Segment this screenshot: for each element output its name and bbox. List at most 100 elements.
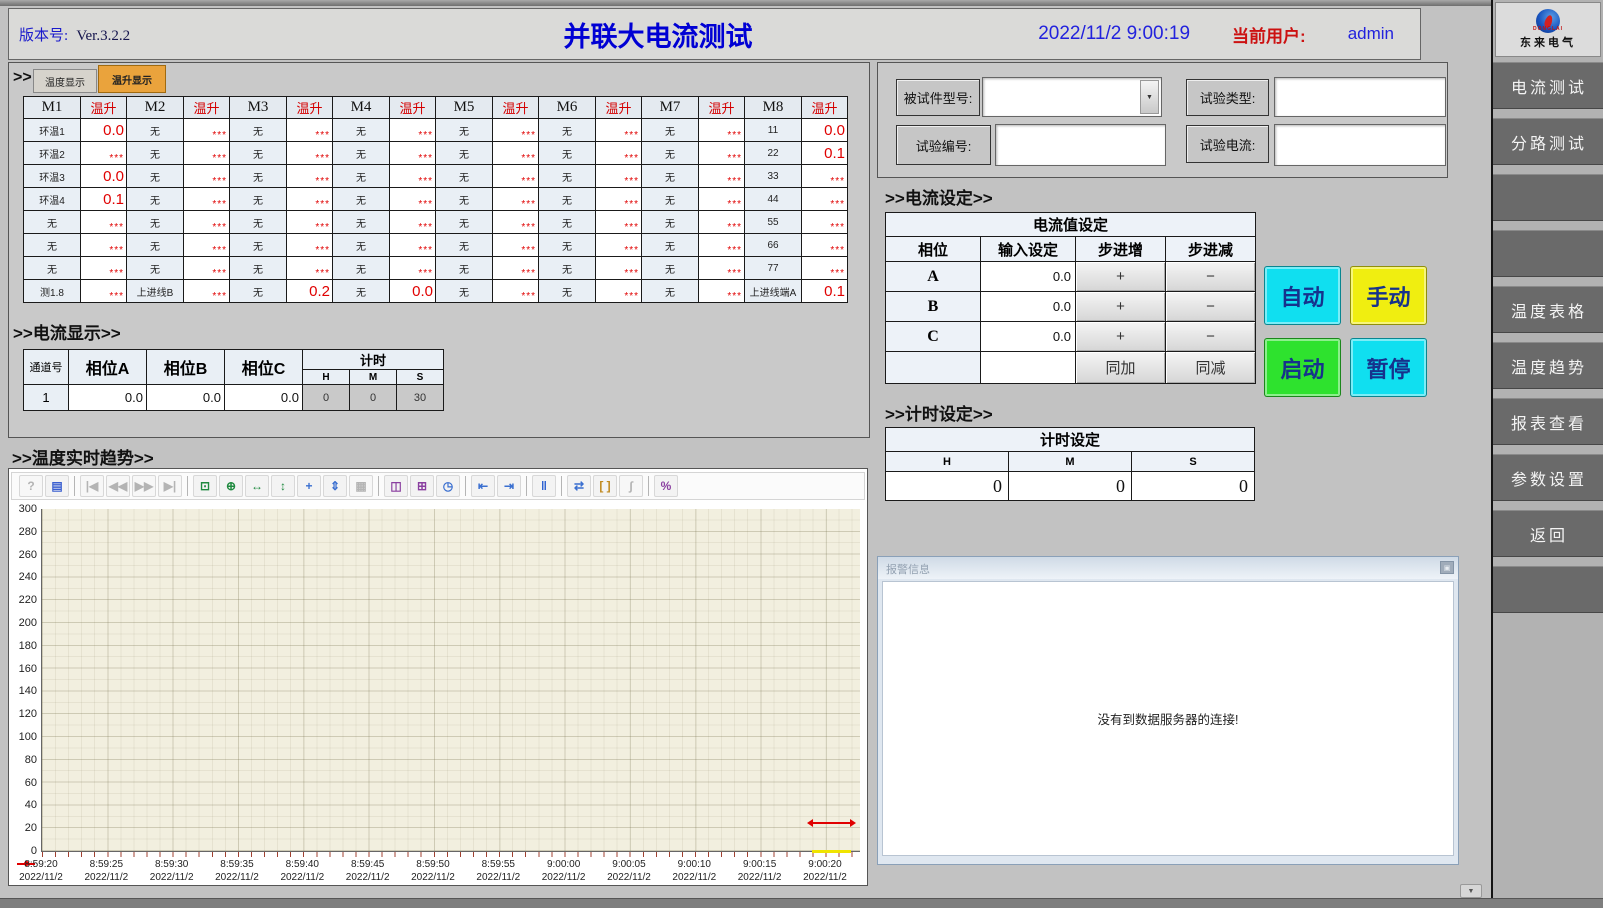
temp-rise-value: *** [596, 280, 642, 303]
trend-plot[interactable] [41, 509, 860, 852]
scroll-down-button[interactable]: ▼ [1460, 884, 1482, 898]
sidebar-button-branch-test[interactable]: 分路测试 [1493, 118, 1603, 165]
temp-point-label: 环温1 [24, 119, 81, 142]
x-tick-date: 2022/11/2 [725, 871, 795, 883]
temp-table-holder: M1温升M2温升M3温升M4温升M5温升M6温升M7温升M8温升环温10.0无*… [23, 96, 848, 303]
temp-rise-value: *** [699, 119, 745, 142]
temp-rise-header: 温升 [184, 97, 230, 119]
current-setting-table-holder: 电流值设定相位输入设定步进增步进减A0.0+−B0.0+−C0.0+−同加同减 [885, 212, 1256, 384]
temp-rise-series-yellow [812, 850, 851, 853]
phase-a-set-input[interactable]: 0.0 [981, 262, 1076, 292]
tab-temperature-display[interactable]: 温度显示 [33, 69, 97, 93]
pause-button[interactable]: 暂停 [1350, 338, 1427, 397]
zoom-vertical-icon[interactable]: ↕ [271, 475, 295, 497]
sidebar-button-temperature-trend[interactable]: 温度趋势 [1493, 342, 1603, 389]
phase-c-set-input[interactable]: 0.0 [981, 322, 1076, 352]
x-tick-time: 9:00:00 [529, 858, 599, 871]
sidebar-button-report-view[interactable]: 报表查看 [1493, 398, 1603, 445]
zoom-horizontal-icon[interactable]: ↔ [245, 475, 269, 497]
step-plus-c-button[interactable]: + [1076, 322, 1166, 352]
sidebar-button-temperature-table[interactable]: 温度表格 [1493, 286, 1603, 333]
current-display-header: 通道号 [24, 350, 69, 385]
pan-icon[interactable]: + [297, 475, 321, 497]
tile-windows-icon[interactable]: ◫ [384, 475, 408, 497]
step-minus-b-button[interactable]: − [1166, 292, 1256, 322]
timer-setting-col-header: S [1132, 452, 1255, 472]
all-phase-set-input[interactable] [981, 352, 1076, 384]
pause-refresh-icon[interactable]: ‖ [532, 475, 556, 497]
x-axis-tick-label: 8:59:202022/11/2 [11, 858, 76, 883]
test-current-field[interactable] [1274, 124, 1446, 166]
sidebar-button-empty[interactable] [1493, 566, 1603, 613]
test-current-input[interactable] [1275, 125, 1445, 165]
temp-point-label: 无 [24, 257, 81, 280]
data-cursor-icon[interactable]: ⇄ [567, 475, 591, 497]
x-tick-date: 2022/11/2 [529, 871, 599, 883]
temp-rise-value: *** [493, 119, 539, 142]
axis-scale-icon[interactable]: ⇕ [323, 475, 347, 497]
test-number-input[interactable] [996, 125, 1165, 165]
timer-set-s-input[interactable]: 0 [1132, 472, 1255, 501]
zoom-box-icon[interactable]: ⊡ [193, 475, 217, 497]
step-plus-b-button[interactable]: + [1076, 292, 1166, 322]
temp-group-header: M5 [436, 97, 493, 119]
temp-point-label: 无 [436, 257, 493, 280]
temp-rise-header: 温升 [596, 97, 642, 119]
step-minus-c-button[interactable]: − [1166, 322, 1256, 352]
grid-window-icon: ▦ [349, 475, 373, 497]
temp-group-header: M1 [24, 97, 81, 119]
alarm-close-button[interactable]: ▣ [1440, 561, 1454, 574]
start-button[interactable]: 启动 [1264, 338, 1341, 397]
current-display-header: 相位B [147, 350, 225, 385]
scroll-chart-left-icon[interactable]: ⇤ [471, 475, 495, 497]
phase-b-set-input[interactable]: 0.0 [981, 292, 1076, 322]
sidebar-button-current-test[interactable]: 电流测试 [1493, 62, 1603, 109]
product-model-combo-input[interactable] [983, 78, 1161, 116]
step-plus-a-button[interactable]: + [1076, 262, 1166, 292]
x-tick-date: 2022/11/2 [463, 871, 533, 883]
timer-setting-table-holder: 计时设定HMS000 [885, 427, 1255, 501]
percent-scale-icon[interactable]: % [654, 475, 678, 497]
scroll-chart-right-icon[interactable]: ⇥ [497, 475, 521, 497]
all-plus-button[interactable]: 同加 [1076, 352, 1166, 384]
temp-point-label: 无 [333, 211, 390, 234]
current-setting-table-title: 电流值设定 [886, 213, 1256, 237]
x-tick-date: 2022/11/2 [398, 871, 468, 883]
test-number-field[interactable] [995, 124, 1166, 166]
test-type-input[interactable] [1275, 78, 1445, 116]
tab-temperature-rise-display[interactable]: 温升显示 [98, 65, 166, 93]
phase-c-current-value: 0.0 [225, 385, 303, 411]
current-display-heading: >>电流显示>> [13, 319, 121, 344]
x-tick-date: 2022/11/2 [659, 871, 729, 883]
temp-point-label: 22 [745, 142, 802, 165]
product-model-combo[interactable]: ▼ [982, 77, 1162, 117]
sidebar-button-back[interactable]: 返回 [1493, 510, 1603, 557]
y-axis-tick-label: 220 [11, 594, 37, 606]
temp-point-label: 无 [127, 188, 184, 211]
y-axis-tick-label: 80 [11, 754, 37, 766]
timer-set-m-input[interactable]: 0 [1009, 472, 1132, 501]
alarm-title: 报警信息 [886, 561, 930, 577]
chart-setup-icon[interactable]: ▤ [45, 475, 69, 497]
test-type-field[interactable] [1274, 77, 1446, 117]
app-title: 并联大电流测试 [564, 15, 753, 54]
manual-button[interactable]: 手动 [1350, 266, 1427, 325]
step-minus-a-button[interactable]: − [1166, 262, 1256, 292]
sidebar-button-empty[interactable] [1493, 230, 1603, 277]
sidebar-buttons: 电流测试分路测试温度表格温度趋势报表查看参数设置返回 [1493, 62, 1603, 622]
combo-dropdown-button[interactable]: ▼ [1140, 80, 1159, 114]
temp-point-label: 无 [539, 257, 596, 280]
x-axis-tick-label: 8:59:252022/11/2 [71, 858, 141, 883]
grid-edit-icon[interactable]: ⊞ [410, 475, 434, 497]
all-minus-button[interactable]: 同减 [1166, 352, 1256, 384]
timer-setting-col-header: H [886, 452, 1009, 472]
timer-set-h-input[interactable]: 0 [886, 472, 1009, 501]
temp-rise-value: *** [184, 142, 230, 165]
zoom-in-icon[interactable]: ⊕ [219, 475, 243, 497]
sidebar-button-empty[interactable] [1493, 174, 1603, 221]
time-range-icon[interactable]: ◷ [436, 475, 460, 497]
auto-button[interactable]: 自动 [1264, 266, 1341, 325]
sidebar-button-parameter-settings[interactable]: 参数设置 [1493, 454, 1603, 501]
range-select-icon[interactable]: [ ] [593, 475, 617, 497]
temp-point-label: 无 [539, 119, 596, 142]
